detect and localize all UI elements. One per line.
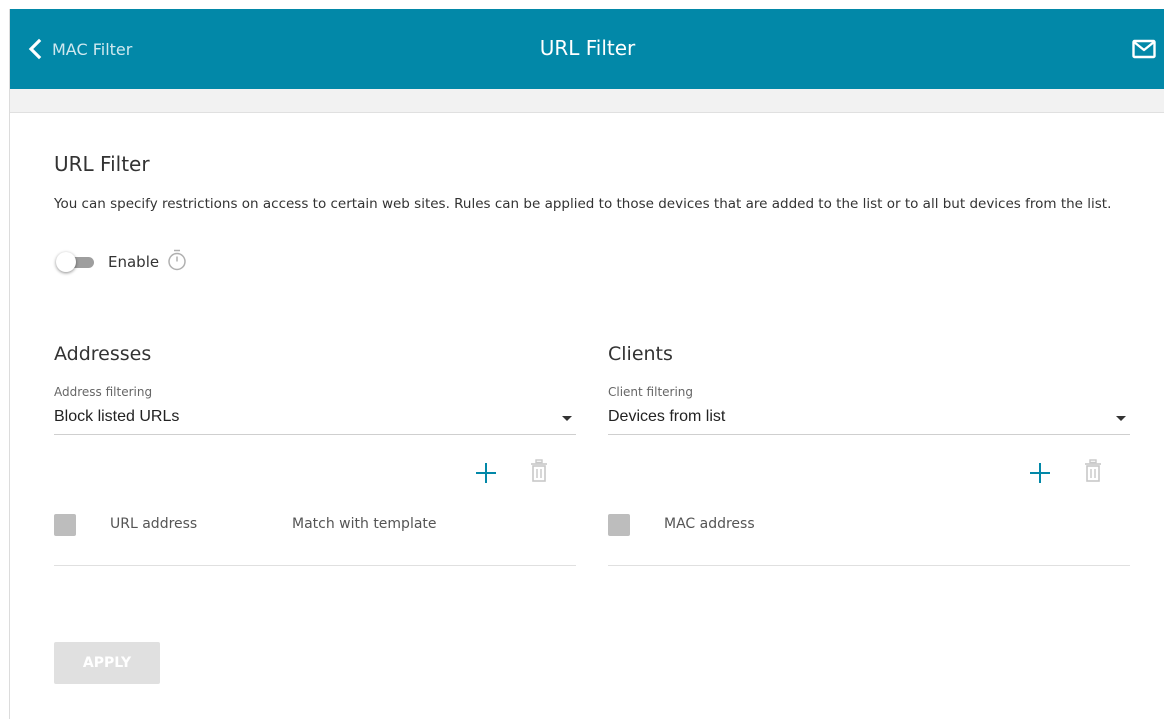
content-panel: URL Filter You can specify restrictions … <box>10 112 1164 720</box>
add-client-button[interactable] <box>1028 461 1052 489</box>
address-filtering-select[interactable]: Block listed URLs <box>54 404 576 435</box>
address-filtering-value: Block listed URLs <box>54 408 180 425</box>
enable-toggle[interactable] <box>54 251 98 273</box>
caret-down-icon <box>1116 416 1126 421</box>
enable-label: Enable <box>108 253 160 271</box>
enable-row: Enable <box>54 249 187 275</box>
delete-client-button[interactable] <box>1084 459 1102 487</box>
caret-down-icon <box>562 416 572 421</box>
address-filtering-label: Address filtering <box>54 385 153 399</box>
addresses-actions <box>54 457 576 509</box>
mail-button[interactable] <box>1132 39 1156 63</box>
app-frame: MAC Filter URL Filter URL Filter You can… <box>9 9 1164 720</box>
column-url-address: URL address <box>110 516 198 532</box>
plus-icon <box>1030 463 1050 483</box>
timer-icon[interactable] <box>167 249 187 275</box>
client-filtering-label: Client filtering <box>608 385 694 399</box>
clients-column: Clients Client filtering Devices from li… <box>608 343 1130 566</box>
column-match-with-template: Match with template <box>292 516 437 532</box>
toggle-knob <box>56 252 76 272</box>
page-title: URL Filter <box>539 36 636 60</box>
section-description: You can specify restrictions on access t… <box>54 196 1112 212</box>
section-title: URL Filter <box>54 152 150 176</box>
trash-icon <box>531 459 547 482</box>
delete-address-button[interactable] <box>530 459 548 487</box>
addresses-title: Addresses <box>54 343 152 365</box>
addresses-table-header: URL address Match with template <box>54 509 576 566</box>
clients-title: Clients <box>608 343 673 365</box>
select-all-clients-checkbox[interactable] <box>608 514 630 536</box>
plus-icon <box>476 463 496 483</box>
add-address-button[interactable] <box>474 461 498 489</box>
client-filtering-select[interactable]: Devices from list <box>608 404 1130 435</box>
apply-button[interactable]: APPLY <box>54 642 160 684</box>
clients-actions <box>608 457 1130 509</box>
addresses-column: Addresses Address filtering Block listed… <box>54 343 576 566</box>
client-filtering-value: Devices from list <box>608 408 726 425</box>
top-bar: MAC Filter URL Filter <box>10 9 1164 89</box>
mail-icon <box>1132 39 1156 63</box>
select-all-addresses-checkbox[interactable] <box>54 514 76 536</box>
trash-icon <box>1085 459 1101 482</box>
column-mac-address: MAC address <box>664 516 755 532</box>
clients-table-header: MAC address <box>608 509 1130 566</box>
